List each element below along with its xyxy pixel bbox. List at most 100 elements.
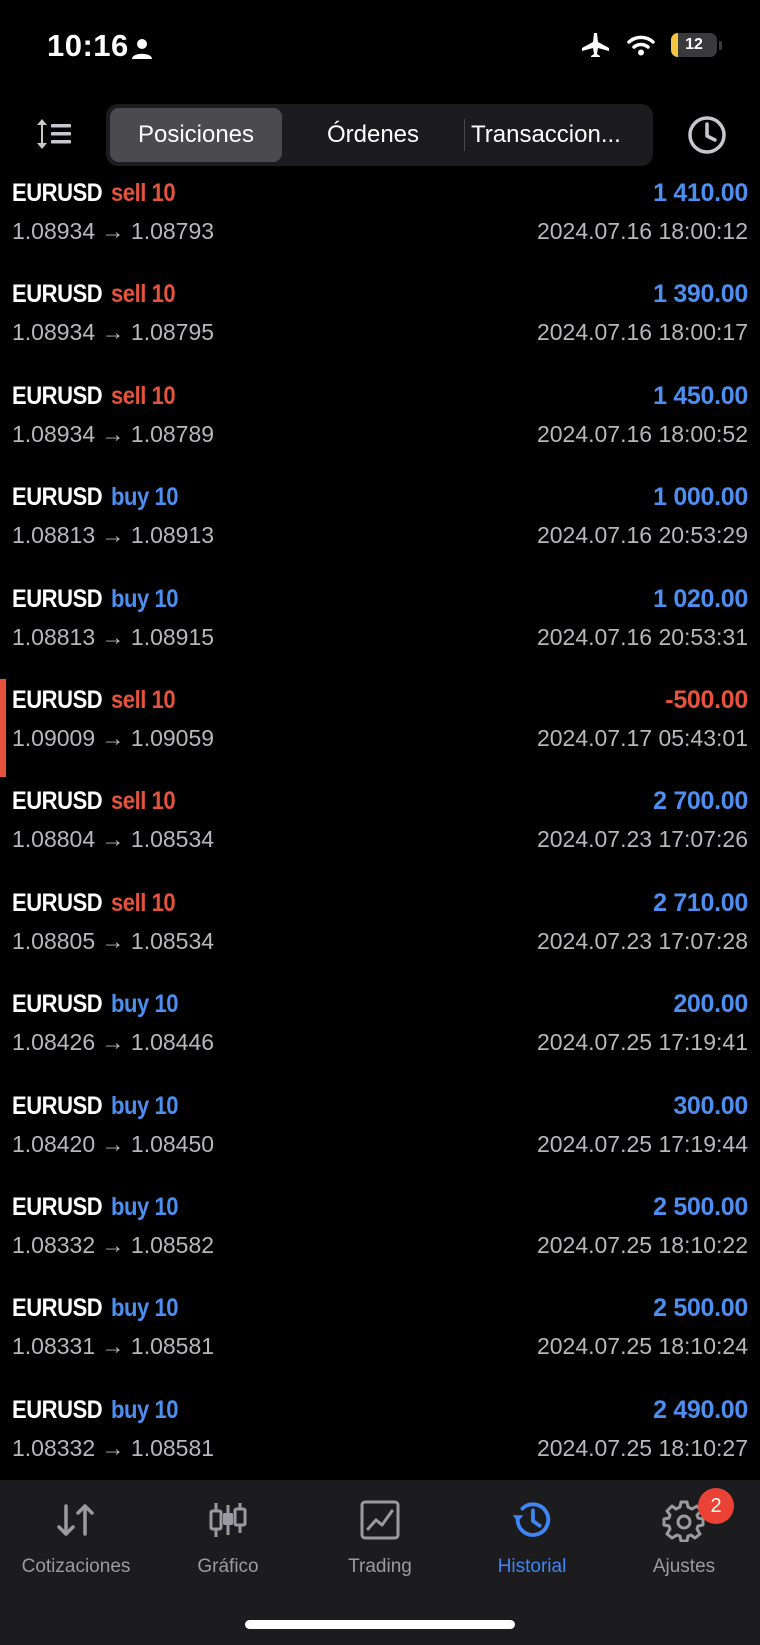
- position-prices: 1.09009 → 1.09059: [12, 725, 214, 751]
- arrow-icon: →: [101, 319, 125, 346]
- chart-icon: [206, 1498, 250, 1542]
- close-price: 1.08581: [130, 1333, 215, 1360]
- open-price: 1.09009: [12, 724, 96, 751]
- arrow-icon: →: [101, 1231, 125, 1258]
- position-side: buy 10: [111, 1395, 179, 1424]
- home-indicator: [245, 1620, 515, 1629]
- position-row[interactable]: EURUSD buy 10 200.00 1.08426 → 1.08446 2024…: [0, 981, 760, 1082]
- position-row[interactable]: EURUSD buy 10 2 500.00 1.08331 → 1.08581 20…: [0, 1285, 760, 1386]
- open-price: 1.08813: [12, 522, 96, 549]
- period-button[interactable]: [686, 114, 728, 156]
- notification-badge: 2: [698, 1488, 734, 1524]
- position-side: buy 10: [111, 990, 179, 1019]
- close-price: 1.08789: [130, 420, 215, 447]
- position-prices: 1.08804 → 1.08534: [12, 826, 214, 852]
- bottom-tab-bar: Cotizaciones Gráfico Trading Historial 2…: [0, 1480, 760, 1645]
- position-profit: 2 710.00: [653, 888, 748, 917]
- open-price: 1.08934: [12, 319, 96, 346]
- position-time: 2024.07.16 20:53:29: [536, 522, 748, 549]
- arrow-icon: →: [101, 1434, 125, 1461]
- close-price: 1.08534: [130, 826, 215, 853]
- position-prices: 1.08426 → 1.08446: [12, 1029, 214, 1055]
- position-time: 2024.07.16 18:00:17: [536, 319, 748, 346]
- tab-label: Gráfico: [197, 1556, 259, 1577]
- position-profit: 1 410.00: [653, 179, 748, 207]
- position-side: buy 10: [111, 1091, 179, 1120]
- position-row[interactable]: EURUSD buy 10 300.00 1.08420 → 1.08450 2024…: [0, 1083, 760, 1184]
- position-row[interactable]: EURUSD sell 10 2 710.00 1.08805 → 1.08534 2…: [0, 880, 760, 981]
- close-price: 1.08446: [130, 1029, 215, 1056]
- tab-history[interactable]: Historial: [456, 1498, 608, 1588]
- open-price: 1.08331: [12, 1333, 96, 1360]
- position-row[interactable]: EURUSD sell 10 1 390.00 1.08934 → 1.08795 2…: [0, 271, 760, 372]
- position-row[interactable]: EURUSD sell 10 -500.00 1.09009 → 1.09059 20…: [0, 677, 760, 778]
- position-profit: 2 700.00: [653, 787, 748, 816]
- position-row[interactable]: EURUSD buy 10 2 500.00 1.08332 → 1.08582 20…: [0, 1184, 760, 1285]
- position-time: 2024.07.25 17:19:41: [536, 1029, 748, 1056]
- position-symbol: EURUSD: [12, 1294, 103, 1323]
- position-profit: 1 000.00: [653, 483, 748, 512]
- position-profit: -500.00: [665, 685, 748, 714]
- position-prices: 1.08813 → 1.08913: [12, 522, 214, 548]
- position-side: buy 10: [111, 1294, 179, 1323]
- arrow-icon: →: [101, 420, 125, 447]
- position-symbol: EURUSD: [12, 1395, 103, 1424]
- tab-positions[interactable]: Posiciones: [110, 108, 282, 162]
- open-price: 1.08805: [12, 927, 96, 954]
- tab-settings[interactable]: 2 Ajustes: [608, 1488, 760, 1588]
- position-prices: 1.08332 → 1.08581: [12, 1435, 214, 1461]
- position-profit: 1 450.00: [653, 381, 748, 410]
- position-symbol: EURUSD: [12, 1192, 103, 1221]
- tab-label: Trading: [348, 1556, 412, 1577]
- position-side: buy 10: [111, 1192, 179, 1221]
- position-prices: 1.08813 → 1.08915: [12, 624, 214, 650]
- position-time: 2024.07.23 17:07:28: [536, 927, 748, 954]
- arrow-icon: →: [101, 1130, 125, 1157]
- arrow-icon: →: [101, 826, 125, 853]
- sort-icon: [37, 119, 71, 149]
- position-row[interactable]: EURUSD sell 10 2 700.00 1.08804 → 1.08534 2…: [0, 778, 760, 879]
- history-icon: [510, 1498, 554, 1542]
- arrow-icon: →: [101, 927, 125, 954]
- tab-transactions[interactable]: Transaccion...: [465, 108, 645, 162]
- position-symbol: EURUSD: [12, 483, 103, 512]
- position-row[interactable]: EURUSD buy 10 1 020.00 1.08813 → 1.08915 20…: [0, 576, 760, 677]
- position-profit: 300.00: [673, 1091, 748, 1120]
- tab-trading[interactable]: Trading: [304, 1498, 456, 1588]
- position-side: sell 10: [111, 179, 176, 207]
- quotes-icon: [54, 1498, 98, 1542]
- status-time: 10:16: [47, 28, 129, 63]
- clock-icon: [688, 116, 726, 154]
- sort-button[interactable]: [34, 114, 74, 154]
- open-price: 1.08934: [12, 218, 96, 244]
- position-side: sell 10: [111, 685, 176, 714]
- tab-quotes[interactable]: Cotizaciones: [0, 1498, 152, 1588]
- position-prices: 1.08805 → 1.08534: [12, 928, 214, 954]
- history-segmented-control: Posiciones Órdenes Transaccion...: [106, 104, 653, 166]
- close-price: 1.08915: [130, 623, 215, 650]
- close-price: 1.08582: [130, 1231, 215, 1258]
- position-symbol: EURUSD: [12, 381, 103, 410]
- position-row[interactable]: EURUSD buy 10 2 490.00 1.08332 → 1.08581 20…: [0, 1387, 760, 1488]
- position-row[interactable]: EURUSD sell 10 1 450.00 1.08934 → 1.08789 2…: [0, 373, 760, 474]
- position-symbol: EURUSD: [12, 685, 103, 714]
- position-profit: 2 500.00: [653, 1294, 748, 1323]
- battery-level: 12: [685, 36, 703, 53]
- person-icon: [132, 39, 152, 59]
- position-prices: 1.08332 → 1.08582: [12, 1232, 214, 1258]
- position-prices: 1.08934 → 1.08789: [12, 421, 214, 447]
- position-row[interactable]: EURUSD sell 10 1 410.00 1.08934 → 1.08793 2…: [0, 170, 760, 271]
- position-time: 2024.07.25 18:10:22: [536, 1231, 748, 1258]
- position-time: 2024.07.25 18:10:27: [536, 1434, 748, 1461]
- position-prices: 1.08934 → 1.08793: [12, 218, 214, 244]
- tab-chart[interactable]: Gráfico: [152, 1498, 304, 1588]
- position-time: 2024.07.25 17:19:44: [536, 1130, 748, 1157]
- open-price: 1.08420: [12, 1130, 96, 1157]
- arrow-icon: →: [101, 724, 125, 751]
- position-row[interactable]: EURUSD buy 10 1 000.00 1.08813 → 1.08913 20…: [0, 474, 760, 575]
- open-price: 1.08426: [12, 1029, 96, 1056]
- close-price: 1.08581: [130, 1434, 215, 1461]
- close-price: 1.08913: [130, 522, 215, 549]
- position-side: buy 10: [111, 483, 179, 512]
- tab-orders[interactable]: Órdenes: [282, 108, 464, 162]
